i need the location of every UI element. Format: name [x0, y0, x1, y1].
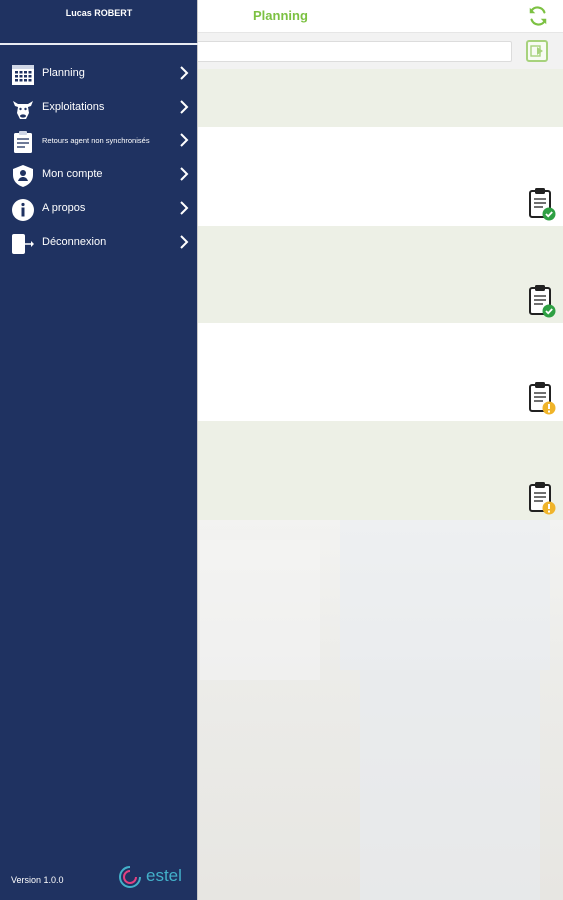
menu-item-planning[interactable]: Planning: [0, 58, 198, 90]
clipboard-icon: [14, 131, 32, 153]
search-input[interactable]: [196, 41, 512, 62]
menu-item-a-propos[interactable]: A propos: [0, 193, 198, 225]
refresh-icon[interactable]: [527, 5, 549, 27]
menu-item-label: A propos: [42, 202, 86, 214]
clipboard-complete-icon: [529, 188, 556, 221]
user-name: Lucas ROBERT: [65, 8, 133, 18]
menu-item-label: Exploitations: [42, 101, 105, 113]
send-icon: [530, 45, 543, 57]
info-icon: [12, 199, 34, 221]
menu-item-label: Retours agent non synchronisés: [42, 136, 150, 145]
navigation-drawer: Lucas ROBERT Planning Exploitations Reto…: [0, 0, 198, 900]
chevron-right-icon: [180, 201, 189, 215]
menu-item-label: Planning: [42, 67, 85, 79]
menu-item-retours-agent[interactable]: Retours agent non synchronisés: [0, 125, 198, 157]
clipboard-complete-icon: [529, 285, 556, 318]
app-version: Version 1.0.0: [11, 875, 64, 885]
shield-icon: [13, 165, 33, 187]
chevron-right-icon: [180, 167, 189, 181]
menu-item-exploitations[interactable]: Exploitations: [0, 92, 198, 124]
chevron-right-icon: [180, 100, 189, 114]
search-button[interactable]: [526, 40, 548, 62]
menu-item-mon-compte[interactable]: Mon compte: [0, 159, 198, 191]
chevron-right-icon: [180, 235, 189, 249]
chevron-right-icon: [180, 66, 189, 80]
menu-item-deconnexion[interactable]: Déconnexion: [0, 227, 198, 259]
chevron-right-icon: [180, 133, 189, 147]
estel-logo-icon: [119, 866, 141, 888]
calendar-icon: [12, 65, 34, 85]
page-title: Planning: [253, 8, 308, 23]
divider: [0, 43, 198, 45]
app: Planning Lucas ROBERT Planning Exploitat…: [0, 0, 563, 900]
logout-icon: [12, 234, 34, 254]
menu-item-label: Mon compte: [42, 168, 103, 180]
menu-item-label: Déconnexion: [42, 236, 107, 248]
clipboard-warning-icon: [529, 482, 556, 515]
brand-name: estel: [146, 866, 182, 885]
cow-icon: [13, 101, 33, 119]
clipboard-warning-icon: [529, 382, 556, 415]
brand-logo: estel: [116, 864, 191, 890]
